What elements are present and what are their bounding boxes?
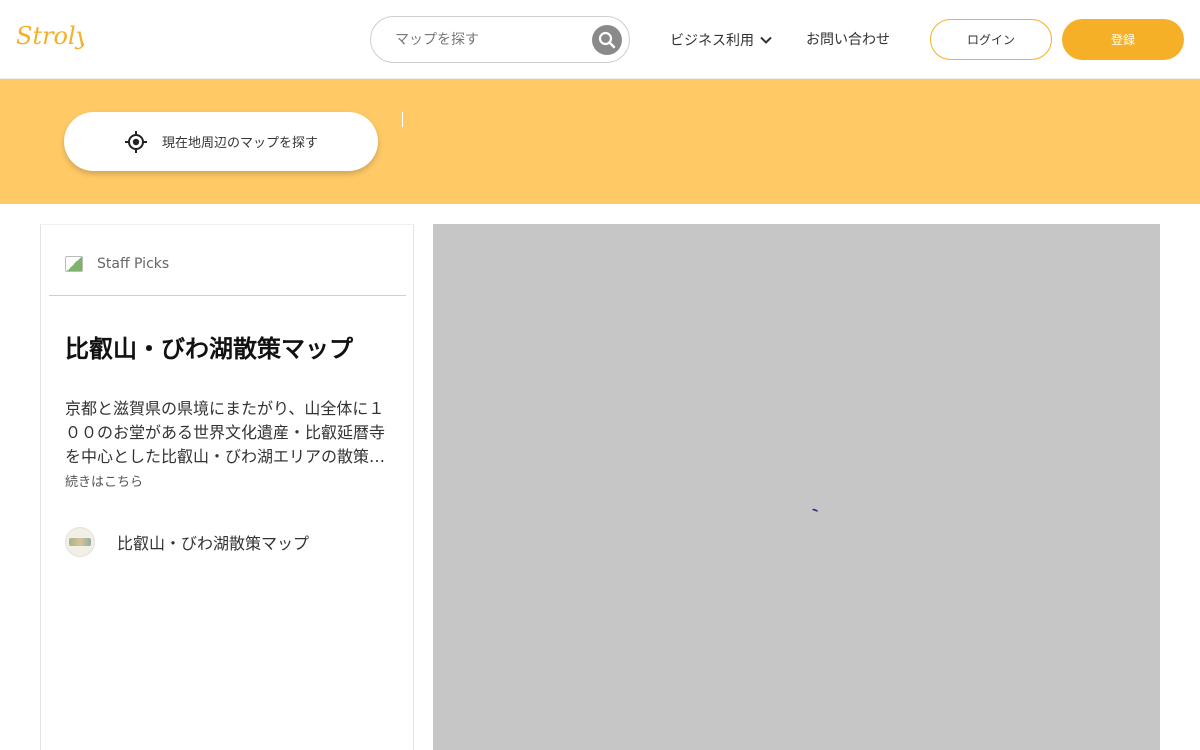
locate-nearby-button[interactable]: 現在地周辺のマップを探す (64, 112, 378, 171)
map-viewer[interactable] (433, 224, 1160, 750)
map-info-panel: Staff Picks 比叡山・びわ湖散策マップ 京都と滋賀県の県境にまたがり、… (40, 224, 414, 750)
register-button[interactable]: 登録 (1062, 19, 1184, 60)
staff-picks-header: Staff Picks (65, 249, 169, 279)
search-button[interactable] (592, 25, 622, 55)
nav-contact-link[interactable]: お問い合わせ (806, 29, 890, 51)
map-description: 京都と滋賀県の県境にまたがり、山全体に１００のお堂がある世界文化遺産・比叡延暦寺… (65, 399, 386, 466)
stroly-logo[interactable]: Stroly (14, 16, 84, 60)
search-icon (598, 31, 616, 49)
map-list-item-label: 比叡山・びわ湖散策マップ (117, 534, 310, 553)
search-input[interactable] (395, 29, 585, 51)
crosshair-icon (124, 130, 147, 153)
nav-business-label: ビジネス利用 (670, 33, 754, 49)
map-title: 比叡山・びわ湖散策マップ (65, 335, 353, 363)
map-thumbnail-image (69, 538, 91, 546)
text-caret (402, 112, 403, 127)
read-more-link[interactable]: 続きはこちら (65, 471, 143, 490)
divider (49, 295, 406, 296)
header: Stroly ビジネス利用 お問い合わせ ログイン 登録 (0, 0, 1200, 79)
chevron-down-icon (760, 36, 772, 44)
login-button[interactable]: ログイン (930, 19, 1052, 60)
locate-nearby-label: 現在地周辺のマップを探す (161, 136, 318, 151)
map-list-item[interactable]: 比叡山・びわ湖散策マップ (65, 527, 309, 557)
map-thumbnail (65, 527, 95, 557)
nav-business-menu[interactable]: ビジネス利用 (670, 29, 772, 51)
search-band: 現在地周辺のマップを探す (0, 79, 1200, 204)
loading-spinner-icon (811, 508, 819, 513)
svg-text:Stroly: Stroly (16, 22, 84, 50)
search-box (370, 16, 630, 63)
staff-picks-image-icon (65, 256, 83, 272)
staff-picks-label: Staff Picks (97, 256, 170, 272)
